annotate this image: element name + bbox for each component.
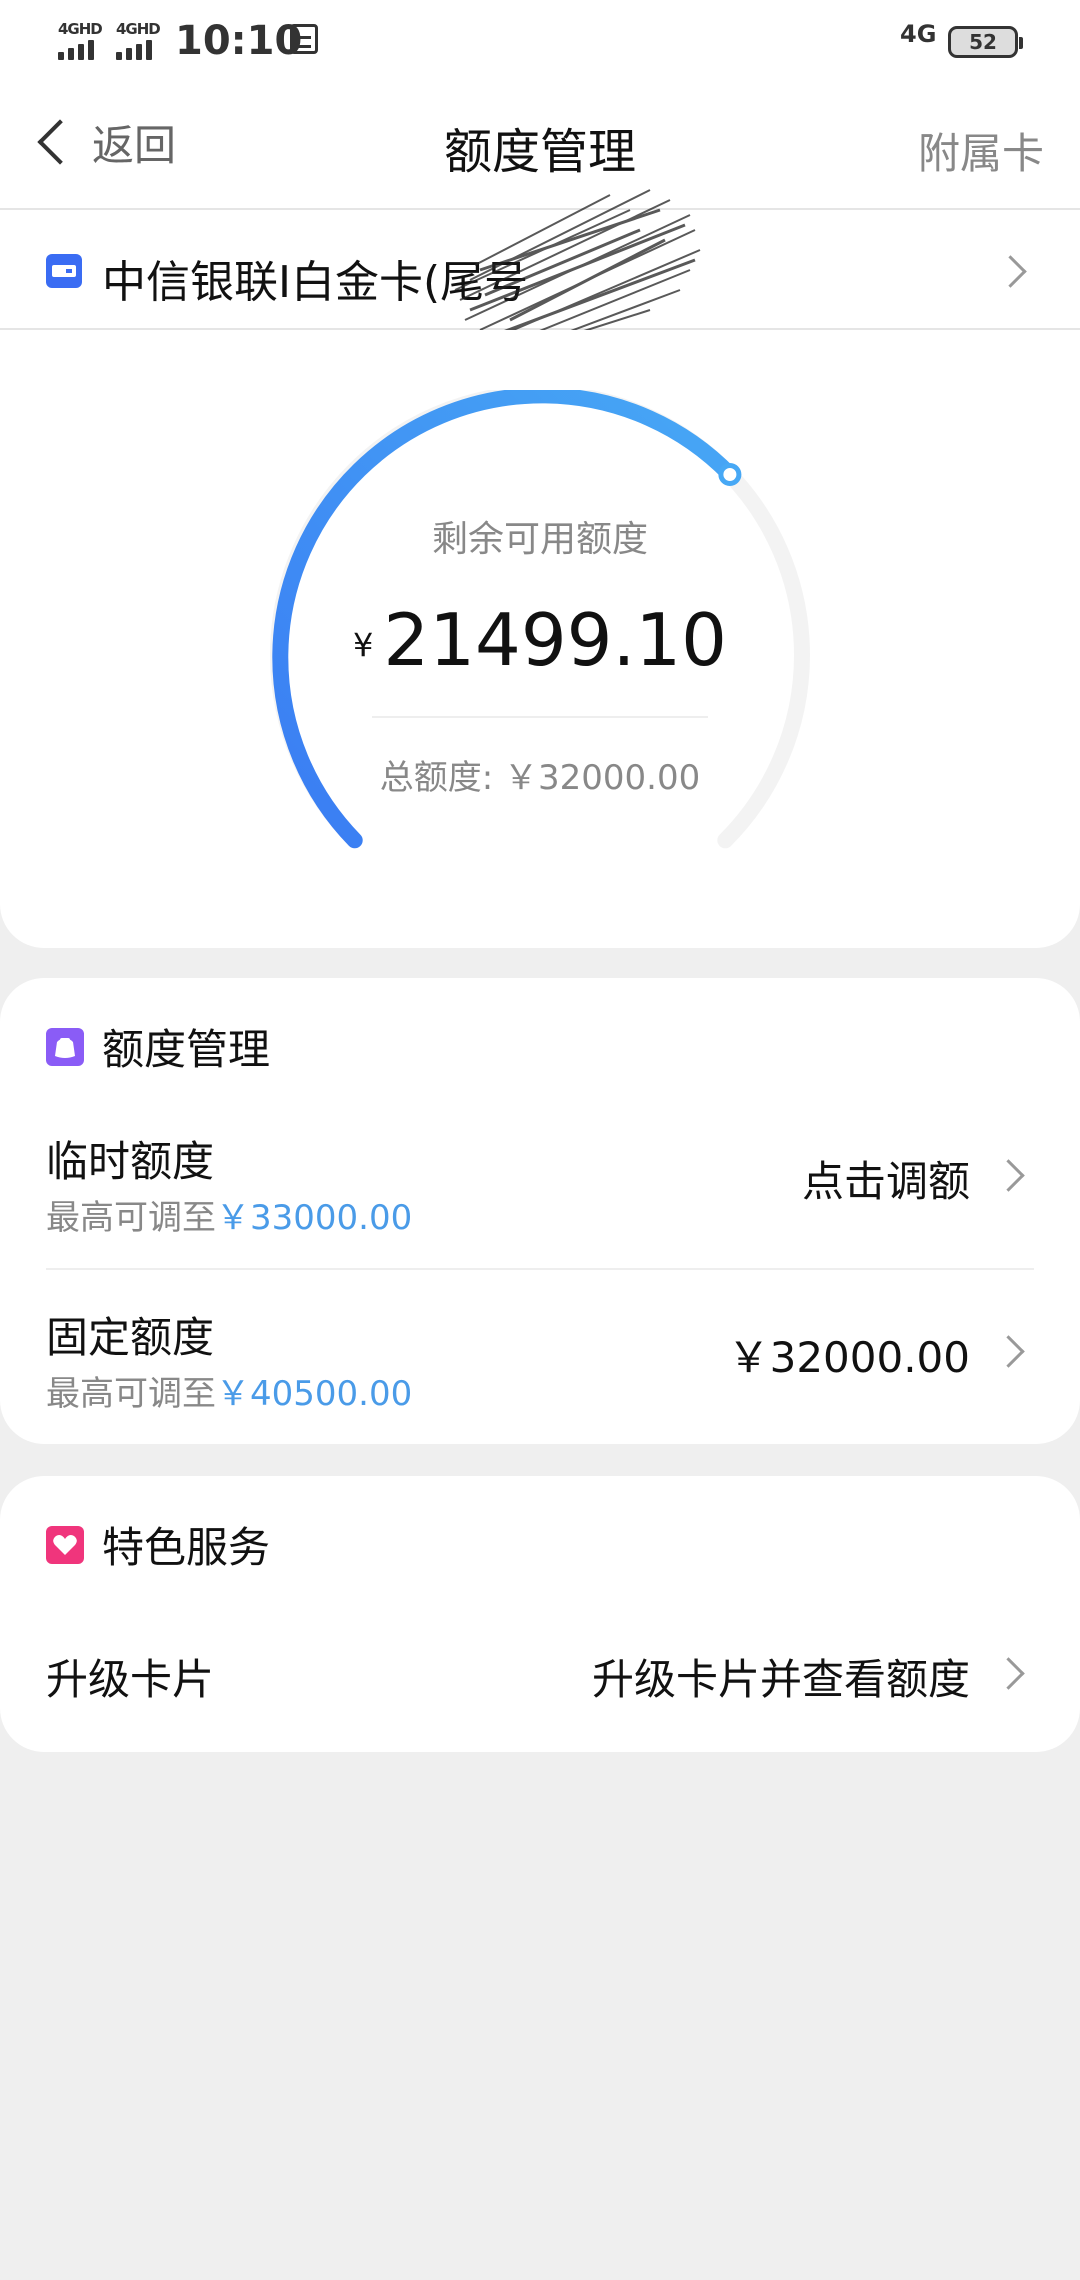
chevron-right-icon [992,1159,1025,1192]
row-title: 临时额度 [46,1137,215,1186]
available-limit-amount: ¥21499.10 [0,598,1080,682]
available-limit-label: 剩余可用额度 [431,519,648,560]
chevron-right-icon [994,255,1027,288]
row-sub-value: ￥33000.00 [216,1198,413,1238]
temporary-limit-row[interactable]: 临时额度 最高可调至￥33000.00 点击调额 [46,1128,1034,1248]
row-sub-prefix: 最高可调至 [46,1374,216,1414]
special-services-section: 特色服务 升级卡片 升级卡片并查看额度 [0,1476,1080,1752]
row-title: 固定额度 [46,1313,215,1362]
fixed-limit-row[interactable]: 固定额度 最高可调至￥40500.00 ￥32000.00 [46,1304,1034,1424]
limit-section-header: 额度管理 [46,1016,270,1077]
battery-icon: 52 [948,26,1023,58]
limit-management-section: 额度管理 临时额度 最高可调至￥33000.00 点击调额 固定额度 最高可调至… [0,978,1080,1444]
section-title: 特色服务 [102,1523,271,1572]
total-limit: 总额度: ￥32000.00 [379,758,701,798]
status-bar: 4GHD 4GHD 10:10 4G 52 [0,0,1080,84]
bag-icon [46,1027,84,1066]
row-sub-value: ￥40500.00 [216,1374,413,1414]
chevron-right-icon [992,1657,1025,1690]
available-limit-value: 21499.10 [383,598,727,682]
row-divider [46,1268,1034,1270]
fixed-limit-value: ￥32000.00 [727,1333,970,1382]
status-time: 10:10 [175,18,303,64]
wallet-icon [46,254,82,288]
heart-icon [46,1525,84,1564]
section-title: 额度管理 [102,1025,271,1074]
supplementary-card-button[interactable]: 附属卡 [918,120,1044,181]
row-subtitle: 最高可调至￥33000.00 [46,1190,412,1239]
screenshot-icon [290,24,318,54]
signal-bars-icon [58,38,108,60]
gauge-knob [718,463,742,486]
upgrade-card-row[interactable]: 升级卡片 升级卡片并查看额度 [46,1646,1034,1726]
adjust-limit-link: 点击调额 [801,1157,970,1206]
row-subtitle: 最高可调至￥40500.00 [46,1366,412,1415]
row-sub-prefix: 最高可调至 [46,1198,216,1238]
signal-2-label: 4GHD [116,20,161,38]
currency-symbol: ¥ [353,626,374,665]
battery-level: 52 [969,30,997,54]
row-title: 升级卡片 [46,1655,215,1704]
available-limit-card: 剩余可用额度 ¥21499.10 总额度: ￥32000.00 [0,330,1080,948]
network-indicator: 4G [900,20,937,48]
services-section-header: 特色服务 [46,1514,270,1575]
signal-bars-icon [116,38,166,60]
signal-1-label: 4GHD [58,20,103,38]
upgrade-card-link: 升级卡片并查看额度 [591,1655,970,1704]
gauge-divider [372,716,708,718]
chevron-right-icon [992,1335,1025,1368]
